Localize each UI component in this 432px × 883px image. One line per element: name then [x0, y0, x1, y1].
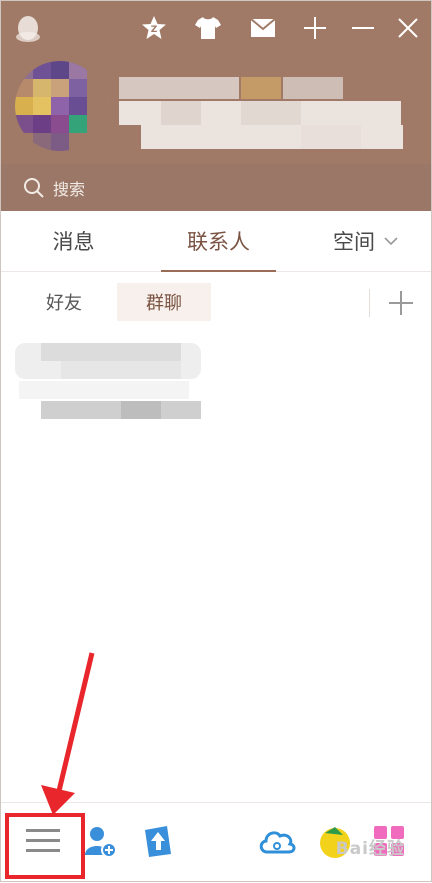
watermark-text: Bai经验 — [335, 839, 405, 859]
add-group-icon[interactable] — [387, 289, 415, 317]
tab-contacts-label: 联系人 — [187, 230, 250, 254]
contact-subtabs: 好友 群聊 — [1, 271, 431, 335]
minimize-icon[interactable] — [348, 13, 378, 43]
main-tabs: 消息 联系人 空间 — [1, 211, 431, 272]
cloud-button[interactable] — [257, 821, 297, 861]
close-icon[interactable] — [393, 13, 423, 43]
add-friend-icon — [85, 827, 117, 858]
search-placeholder: 搜索 — [53, 179, 86, 199]
mail-icon[interactable] — [248, 13, 278, 43]
avatar[interactable] — [15, 61, 105, 151]
tab-qzone-label: 空间 — [333, 230, 375, 254]
annotation-highlight-box — [5, 813, 85, 879]
chevron-down-icon — [384, 237, 398, 246]
tab-contacts[interactable]: 联系人 — [161, 211, 276, 271]
header: Z 搜索 — [1, 1, 431, 211]
subtab-groups[interactable]: 群聊 — [117, 283, 211, 321]
qq-window: Z 搜索 消息 联系人 空间 好友 群聊 Bai经验 — [0, 0, 432, 882]
subtab-divider — [369, 289, 370, 317]
subtab-friends[interactable]: 好友 — [29, 283, 99, 321]
upload-arrow-icon — [145, 826, 171, 857]
svg-text:Z: Z — [151, 25, 158, 35]
add-icon[interactable] — [300, 13, 330, 43]
cloud-icon — [259, 831, 296, 854]
tab-messages-label: 消息 — [52, 230, 95, 254]
subtab-groups-label: 群聊 — [146, 293, 182, 314]
title-bar[interactable]: Z — [1, 1, 431, 55]
subtab-friends-label: 好友 — [46, 293, 82, 314]
qq-penguin-logo-icon — [16, 16, 40, 42]
search-bar[interactable]: 搜索 — [1, 164, 431, 211]
tab-qzone[interactable]: 空间 — [311, 211, 421, 271]
search-icon — [24, 177, 44, 198]
group-list-item-blurred[interactable] — [1, 337, 431, 427]
zone-star-icon[interactable]: Z — [139, 13, 169, 43]
tab-messages[interactable]: 消息 — [21, 211, 126, 271]
profile-area — [1, 57, 431, 157]
skin-shirt-icon[interactable] — [193, 13, 223, 43]
file-transfer-button[interactable] — [137, 821, 177, 861]
add-friend-button[interactable] — [81, 821, 121, 861]
